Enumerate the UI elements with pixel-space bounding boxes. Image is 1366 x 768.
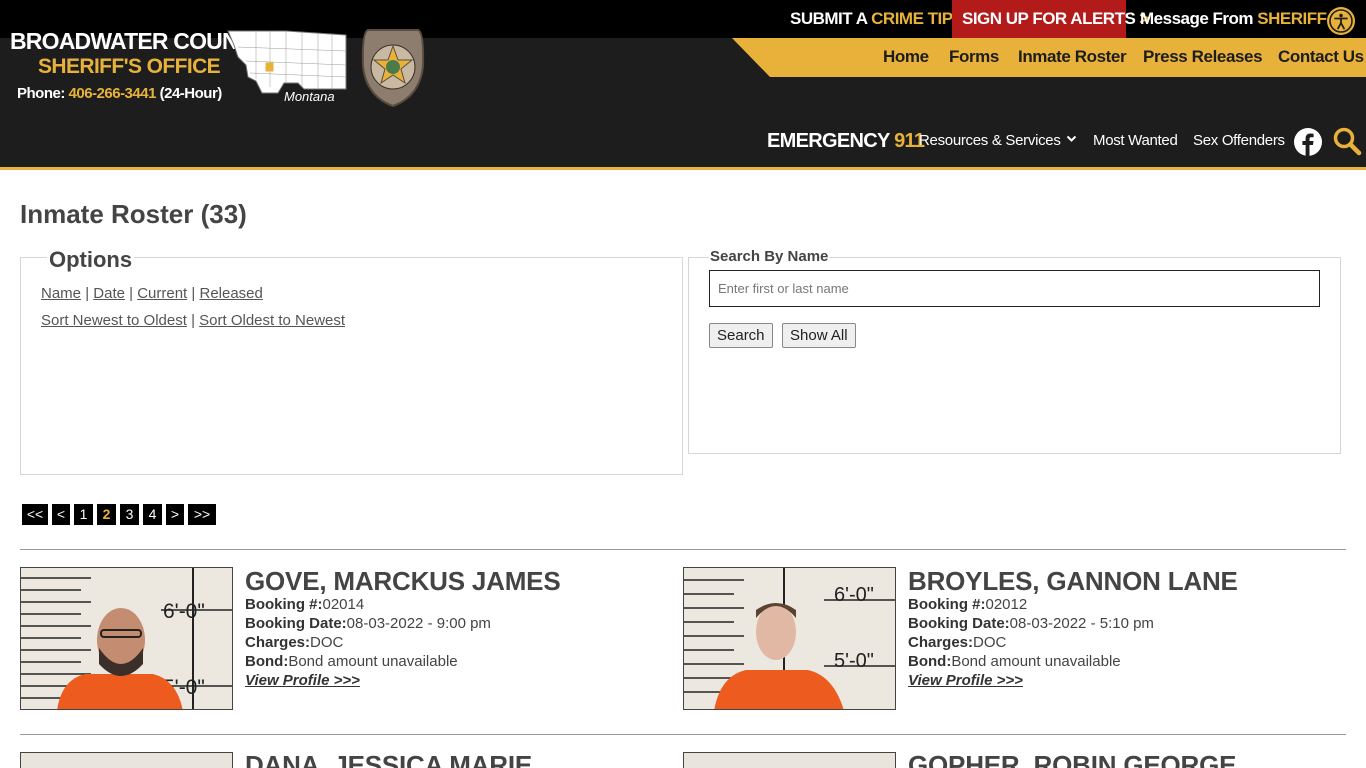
alerts-label: SIGN UP FOR ALERTS [962, 9, 1136, 28]
charges-value: DOC [973, 634, 1007, 651]
header-divider [0, 167, 1366, 170]
phone-number[interactable]: 406-266-3441 [69, 85, 157, 102]
divider [20, 734, 1346, 735]
bond-value: Bond amount unavailable [951, 653, 1121, 670]
booking-date-value: 08-03-2022 - 9:00 pm [346, 615, 491, 632]
booking-date-label: Booking Date: [245, 615, 347, 632]
view-profile-link[interactable]: View Profile >>> [245, 672, 360, 689]
search-icon[interactable] [1332, 126, 1362, 156]
brand-phone: Phone: 406-266-3441 (24-Hour) [17, 85, 222, 102]
sheriff-highlight: SHERIFF [1257, 9, 1327, 28]
page-last[interactable]: >> [188, 504, 216, 525]
page-next[interactable]: > [166, 504, 184, 525]
nav-inmate-roster[interactable]: Inmate Roster [1018, 47, 1127, 67]
brand-subtitle[interactable]: SHERIFF'S OFFICE [38, 55, 221, 79]
nav-contact-us[interactable]: Contact Us [1278, 47, 1364, 67]
search-label: Search By Name [709, 248, 830, 265]
view-profile-link[interactable]: View Profile >>> [908, 672, 1023, 689]
crime-tip-highlight: CRIME TIP [871, 9, 953, 28]
filter-current-link[interactable]: Current [137, 285, 187, 302]
sheriff-badge-logo [361, 29, 425, 108]
filter-name-link[interactable]: Name [41, 285, 81, 302]
nav-home[interactable]: Home [883, 47, 929, 67]
phone-suffix: (24-Hour) [159, 85, 223, 102]
bond-label: Bond: [908, 653, 952, 670]
page-4[interactable]: 4 [143, 504, 162, 525]
sort-newest-link[interactable]: Sort Newest to Oldest [41, 312, 187, 329]
sort-oldest-link[interactable]: Sort Oldest to Newest [199, 312, 345, 329]
inmate-name[interactable]: DANA, JESSICA MARIE [245, 750, 532, 768]
booking-number: Booking #:02012 [908, 596, 1027, 613]
inmate-name[interactable]: BROYLES, GANNON LANE [908, 566, 1238, 597]
mugshot-image: 6'-0" 5'-0" [684, 568, 895, 709]
emergency-label: EMERGENCY [767, 130, 890, 152]
page-1[interactable]: 1 [74, 504, 93, 525]
page-3[interactable]: 3 [120, 504, 139, 525]
separator: | [85, 285, 90, 302]
height-mark-upper: 6'-0" [834, 584, 874, 606]
emergency-911[interactable]: EMERGENCY 911 [767, 130, 925, 153]
mugshot-image: 6'-0" 5'-0" [21, 568, 232, 709]
booking-value: 02014 [322, 596, 365, 613]
facebook-icon[interactable] [1294, 128, 1322, 156]
booking-number: Booking #:02014 [245, 596, 364, 613]
charges-label: Charges: [245, 634, 311, 651]
submit-crime-tip-link[interactable]: SUBMIT A CRIME TIP> [790, 0, 967, 38]
nav-sex-offenders[interactable]: Sex Offenders [1193, 132, 1285, 149]
inmate-photo[interactable]: 6'-0" 5'-0" [20, 567, 233, 710]
separator: | [191, 312, 195, 329]
message-from-sheriff-link[interactable]: Message From SHERIFF> [1140, 0, 1340, 38]
filter-links: Name | Date | Current | Released [41, 285, 263, 302]
inmate-photo[interactable] [683, 752, 896, 768]
phone-label: Phone: [17, 85, 65, 102]
inmate-name[interactable]: GOPHER, ROBIN GEORGE [908, 750, 1236, 768]
nav-most-wanted[interactable]: Most Wanted [1093, 132, 1178, 149]
nav-resources-services[interactable]: Resources & Services [919, 132, 1077, 149]
bond-label: Bond: [245, 653, 289, 670]
sort-links: Sort Newest to Oldest | Sort Oldest to N… [41, 312, 345, 329]
page-2-current[interactable]: 2 [97, 504, 116, 525]
bond-value: Bond amount unavailable [288, 653, 458, 670]
inmate-photo[interactable]: 6'-0" 5'-0" [683, 567, 896, 710]
height-mark-lower: 5'-0" [834, 650, 874, 672]
page-first[interactable]: << [22, 504, 48, 525]
filter-released-link[interactable]: Released [199, 285, 262, 302]
search-button[interactable]: Search [709, 323, 773, 348]
nav-forms[interactable]: Forms [949, 47, 999, 67]
charges-label: Charges: [908, 634, 974, 651]
booking-value: 02012 [985, 596, 1028, 613]
options-legend: Options [47, 247, 135, 273]
state-label: Montana [284, 89, 335, 104]
accessibility-icon[interactable] [1327, 7, 1355, 35]
charges: Charges:DOC [908, 634, 1006, 651]
booking-label: Booking #: [908, 596, 986, 613]
booking-label: Booking #: [245, 596, 323, 613]
charges-value: DOC [310, 634, 344, 651]
inmate-name[interactable]: GOVE, MARCKUS JAMES [245, 566, 561, 597]
resources-label: Resources & Services [919, 132, 1061, 149]
sheriff-prefix: Message From [1140, 9, 1254, 28]
show-all-button[interactable]: Show All [782, 323, 856, 348]
bond: Bond:Bond amount unavailable [245, 653, 458, 670]
nav-press-releases[interactable]: Press Releases [1143, 47, 1263, 67]
booking-date: Booking Date:08-03-2022 - 5:10 pm [908, 615, 1154, 632]
booking-date-label: Booking Date: [908, 615, 1010, 632]
booking-date-value: 08-03-2022 - 5:10 pm [1009, 615, 1154, 632]
booking-date: Booking Date:08-03-2022 - 9:00 pm [245, 615, 491, 632]
separator: | [191, 285, 196, 302]
divider [20, 549, 1346, 550]
name-search-input[interactable] [709, 270, 1320, 307]
chevron-down-icon [1067, 135, 1077, 142]
inmate-photo[interactable] [20, 752, 233, 768]
separator: | [129, 285, 134, 302]
page-prev[interactable]: < [52, 504, 70, 525]
crime-tip-prefix: SUBMIT A [790, 9, 867, 28]
filter-date-link[interactable]: Date [93, 285, 125, 302]
sign-up-alerts-link[interactable]: SIGN UP FOR ALERTS > [952, 0, 1149, 38]
charges: Charges:DOC [245, 634, 343, 651]
height-mark-upper: 6'-0" [163, 600, 205, 623]
page-title: Inmate Roster (33) [20, 199, 247, 229]
bond: Bond:Bond amount unavailable [908, 653, 1121, 670]
